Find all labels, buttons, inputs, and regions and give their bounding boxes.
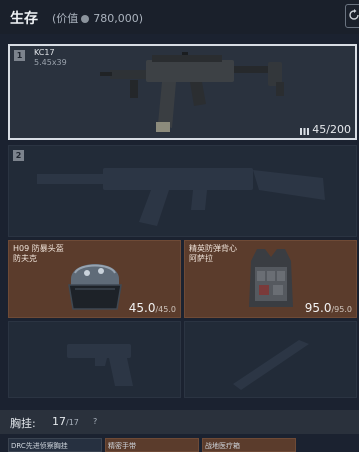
medkit-slot[interactable]: 战地医疗箱 [202, 438, 296, 452]
armor-name: 精英防弹背心 阿萨拉 [189, 244, 237, 264]
helmet-image [68, 264, 122, 310]
helmet-slot[interactable]: H09 防暴头盔 防夫克 45.0/45.0 [8, 240, 181, 318]
glove-slot[interactable]: 精密手带 [105, 438, 199, 452]
armor-name-line2: 阿萨拉 [189, 254, 213, 263]
melee-silhouette-icon [233, 340, 309, 390]
value-label: (价值 [52, 12, 79, 25]
pistol-slot[interactable] [8, 321, 181, 398]
pistol-silhouette-icon [67, 344, 133, 386]
secondary-weapon-slot[interactable]: 2 [8, 145, 357, 237]
ammo-max: /200 [326, 123, 351, 136]
chest-rig-count-value: 17 [52, 415, 66, 428]
helmet-name: H09 防暴头盔 防夫克 [13, 244, 64, 264]
refresh-button[interactable] [345, 4, 359, 28]
helmet-name-line2: 防夫克 [13, 254, 37, 263]
coin-icon [81, 15, 90, 23]
armor-vest-image [249, 249, 293, 307]
chest-rig-slot[interactable]: DRC先进侦察胸挂 [8, 438, 102, 452]
chest-rig-label: 胸挂: [10, 417, 36, 430]
ammo-counter: 45/200 [300, 123, 351, 136]
bullets-icon [300, 127, 310, 135]
armor-durability-max: /95.0 [331, 305, 352, 314]
rifle-silhouette-icon [37, 168, 325, 226]
page-title: 生存 [10, 11, 38, 27]
armor-durability: 95.0/95.0 [305, 301, 352, 315]
helmet-durability-max: /45.0 [155, 305, 176, 314]
weapon-name: KC17 [34, 48, 55, 57]
helmet-durability: 45.0/45.0 [129, 301, 176, 315]
armor-durability-value: 95.0 [304, 301, 332, 315]
smg-weapon-image [100, 52, 284, 132]
refresh-icon [349, 9, 359, 20]
chest-rig-count: 17/17 [52, 415, 79, 428]
ammo-current: 45 [312, 123, 327, 136]
weapon-caliber: 5.45x39 [34, 58, 67, 67]
armor-name-line1: 精英防弹背心 [189, 244, 237, 253]
chest-rig-bar: 胸挂: 17/17 ? [0, 410, 359, 434]
total-value: (价值 780,000) [52, 10, 143, 26]
value-amount: 780,000) [93, 12, 144, 25]
armor-slot[interactable]: 精英防弹背心 阿萨拉 95.0/95.0 [184, 240, 357, 318]
melee-slot[interactable] [184, 321, 357, 398]
primary-weapon-slot[interactable]: 1 KC17 5.45x39 45/200 [8, 44, 357, 140]
slot-number: 1 [14, 50, 25, 61]
helmet-name-line1: H09 防暴头盔 [13, 244, 64, 253]
header-bar: 生存 (价值 780,000) [0, 0, 359, 34]
slot-number: 2 [13, 150, 24, 161]
chest-rig-max: /17 [66, 418, 79, 427]
helmet-durability-value: 45.0 [128, 301, 156, 315]
help-icon[interactable]: ? [93, 417, 97, 426]
